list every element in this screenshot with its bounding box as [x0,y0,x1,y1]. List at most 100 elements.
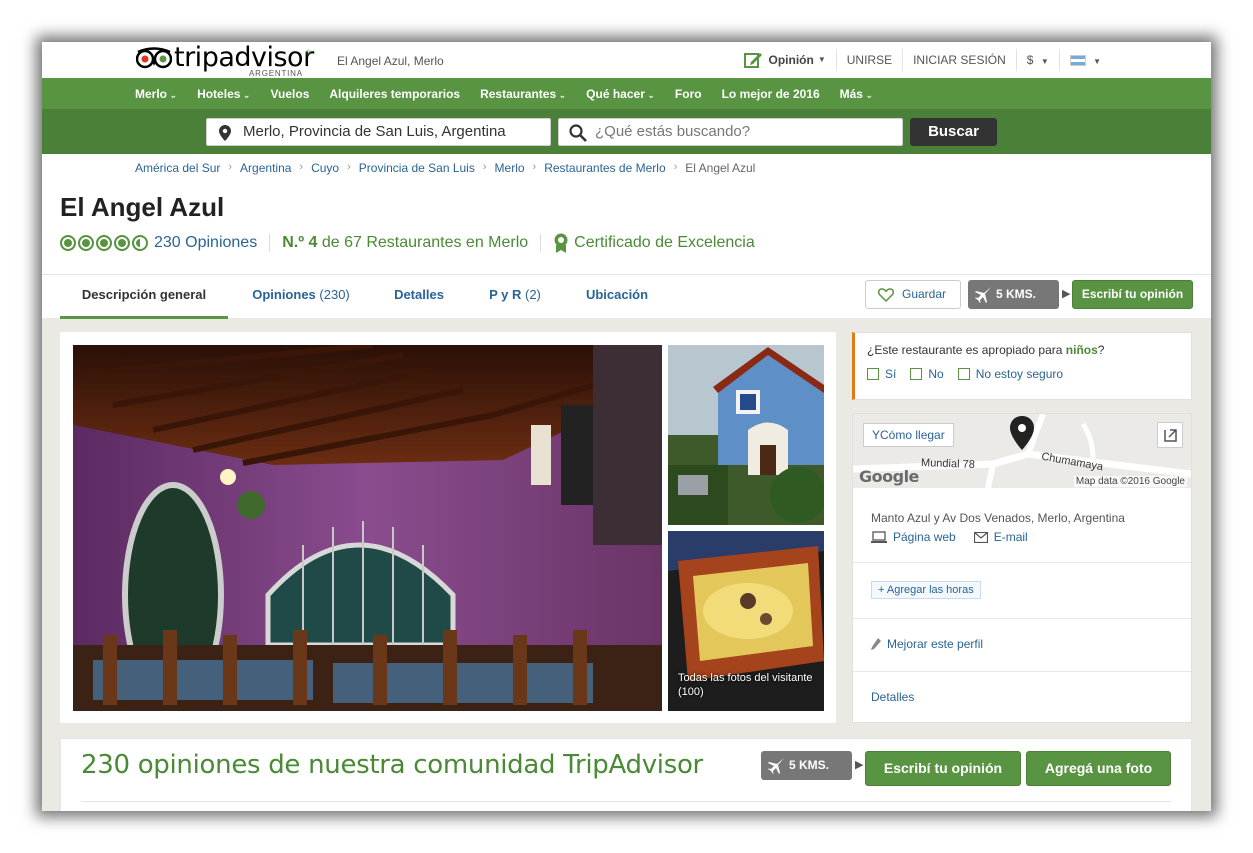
breadcrumb-separator: › [228,161,233,173]
tab-reviews-label: Opiniones [252,287,316,302]
location-value: Merlo, Provincia de San Luis, Argentina [243,123,506,140]
write-review-button[interactable]: Escribí tu opinión [865,751,1021,786]
directions-icon: Y [872,428,881,442]
checkbox[interactable] [957,368,970,380]
tab-overview[interactable]: Descripción general [60,275,228,319]
distance-label: 5 KMS. [996,287,1037,301]
divider [81,801,1171,802]
improve-profile-label: Mejorar este perfil [887,637,984,651]
login-link[interactable]: INICIAR SESIÓN [902,49,1016,71]
location-info-card: YCómo llegar Mundial 78 Chumamaya Google… [852,413,1192,723]
distance-button[interactable]: 5 KMS. [968,280,1059,309]
add-hours-button[interactable]: + Agregar las horas [871,581,981,599]
distance-button[interactable]: 5 KMS. [761,751,852,780]
directions-label: Cómo llegar [880,428,945,442]
search-button[interactable]: Buscar [910,118,997,146]
join-link[interactable]: UNIRSE [835,49,902,71]
tab-location[interactable]: Ubicación [578,275,656,319]
address: Manto Azul y Av Dos Venados, Merlo, Arge… [871,511,1125,525]
directions-button[interactable]: YCómo llegar [863,423,954,447]
breadcrumb-item[interactable]: Cuyo [311,161,339,175]
rating-bubble-half [132,235,148,251]
write-review-button[interactable]: Escribí tu opinión [1072,280,1193,309]
exterior-house-photo [668,345,824,525]
rating-bubble-full [96,235,112,251]
search-icon [569,124,587,142]
envelope-icon [973,531,988,543]
logo-country: ARGENTINA [249,69,303,78]
tab-reviews[interactable]: Opiniones (230) [242,275,360,319]
save-label: Guardar [902,287,947,301]
kids-option-unsure[interactable]: No estoy seguro [957,367,1063,381]
main-photo[interactable] [73,345,662,711]
breadcrumb-item[interactable]: Merlo [495,161,525,175]
argentina-flag-icon [1069,55,1086,67]
expand-map-button[interactable] [1157,422,1183,448]
country-menu[interactable]: ▼ [1058,49,1111,71]
map[interactable]: YCómo llegar Mundial 78 Chumamaya Google… [853,414,1191,488]
kids-question-keyword: niños [1065,343,1098,357]
breadcrumb-item[interactable]: Provincia de San Luis [359,161,475,175]
email-link[interactable]: E-mail [973,530,1028,544]
kids-option-yes[interactable]: Sí [867,367,896,381]
divider [853,618,1191,619]
chevron-right-icon: ▶ [855,759,864,771]
reviews-count-link[interactable]: 230 Opiniones [154,234,257,252]
rating-bubble-full [78,235,94,251]
details-link[interactable]: Detalles [871,690,914,704]
nav-mas[interactable]: Más [840,87,873,101]
search-input[interactable]: ¿Qué estás buscando? [558,118,903,146]
certificate-of-excellence[interactable]: Certificado de Excelencia [553,233,755,253]
award-icon [554,233,568,253]
map-attribution: Map data ©2016 Google [1073,476,1187,487]
breadcrumb-item[interactable]: América del Sur [135,161,220,175]
kids-question: ¿Este restaurante es apropiado para niño… [867,343,1104,357]
heart-icon [878,288,894,302]
all-photos-caption[interactable]: Todas las fotos del visitante (100) [678,671,813,699]
chevron-down-icon: ▼ [817,55,826,64]
search-bar: Merlo, Provincia de San Luis, Argentina … [42,110,1211,154]
header-account-menu: Opinión ▼ UNIRSE INICIAR SESIÓN $ ▼ ▼ [733,42,1112,78]
laptop-icon [871,531,887,543]
location-input[interactable]: Merlo, Provincia de San Luis, Argentina [206,118,551,146]
checkbox[interactable] [910,368,923,380]
pencil-icon [871,638,881,650]
save-button[interactable]: Guardar [865,280,961,309]
breadcrumb-item[interactable]: Argentina [240,161,291,175]
map-pin-icon [219,125,231,141]
kids-question-prefix: ¿Este restaurante es apropiado para [867,343,1066,357]
ranking[interactable]: N.º 4 de 67 Restaurantes en Merlo [282,234,528,252]
nav-alquileres[interactable]: Alquileres temporarios [329,87,460,101]
email-label: E-mail [993,530,1028,544]
chevron-right-icon: ▶ [1062,288,1071,300]
improve-profile-link[interactable]: Mejorar este perfil [871,637,983,651]
nav-que-hacer[interactable]: Qué hacer [586,87,655,101]
add-photo-button[interactable]: Agregá una foto [1026,751,1171,786]
kids-question-suffix: ? [1097,343,1105,357]
nav-restaurantes[interactable]: Restaurantes [480,87,566,101]
exterior-photo[interactable] [668,345,824,525]
tab-details[interactable]: Detalles [382,275,456,319]
tab-qa-count: (2) [525,287,541,302]
website-link[interactable]: Página web [871,530,956,544]
kids-option-no[interactable]: No [910,367,944,381]
map-pin-icon [1010,416,1034,450]
rating-bubbles [60,235,150,251]
divider [853,562,1191,563]
nav-vuelos[interactable]: Vuelos [270,87,309,101]
breadcrumb-item[interactable]: Restaurantes de Merlo [544,161,665,175]
rank-text: de 67 Restaurantes en Merlo [321,234,529,251]
food-photo[interactable]: Todas las fotos del visitante (100) [668,531,824,711]
nav-merlo[interactable]: Merlo [135,87,177,101]
nav-foro[interactable]: Foro [675,87,702,101]
rank-number: N.º 4 [282,234,318,251]
currency-menu[interactable]: $ ▼ [1015,49,1059,71]
tab-qa[interactable]: P y R (2) [478,275,552,319]
checkbox[interactable] [867,368,879,380]
airplane-icon [768,758,784,774]
tripadvisor-logo[interactable]: tripadvisor ® ARGENTINA [136,42,314,78]
nav-lo-mejor[interactable]: Lo mejor de 2016 [722,87,820,101]
opinion-menu[interactable]: Opinión ▼ [733,49,836,71]
nav-hoteles[interactable]: Hoteles [197,87,250,101]
rating-bubble-full [114,235,130,251]
